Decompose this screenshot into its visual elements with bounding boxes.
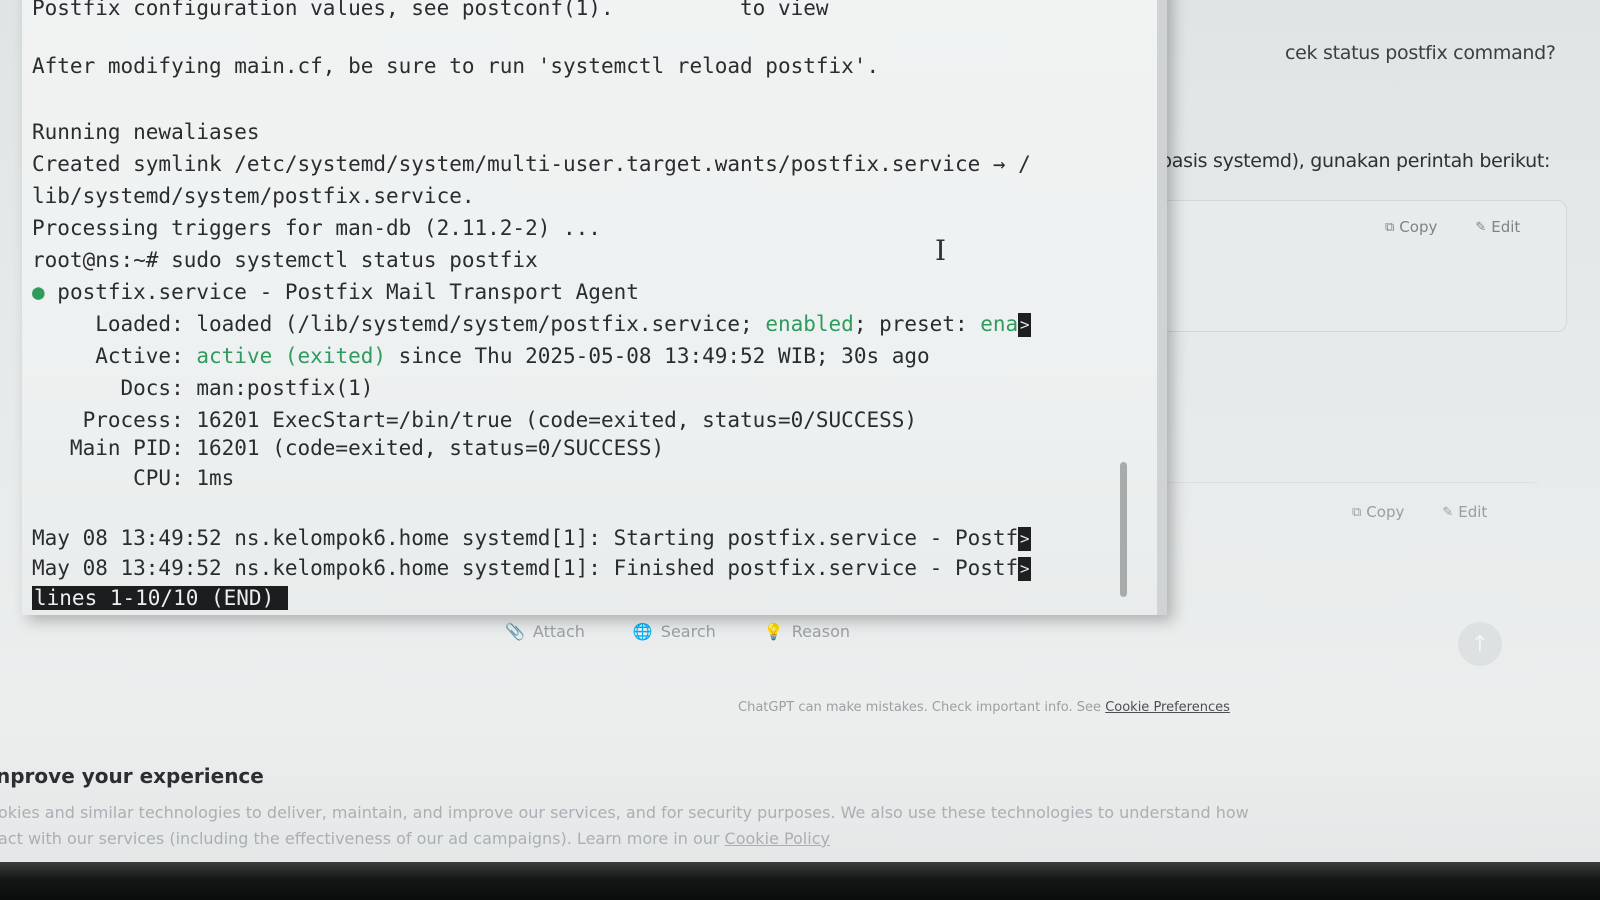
terminal-line: lib/systemd/system/postfix.service. <box>32 184 475 208</box>
disclaimer-text: ChatGPT can make mistakes. Check importa… <box>738 700 1102 715</box>
pager-status-line: lines 1-10/10 (END) <box>32 586 289 610</box>
terminal-text: Loaded: loaded (/lib/systemd/system/post… <box>32 312 766 336</box>
terminal-line: Main PID: 16201 (code=exited, status=0/S… <box>32 436 665 460</box>
reason-label: Reason <box>791 622 850 641</box>
code-block-2-actions: ⧉ Copy ✎ Edit <box>1352 503 1487 521</box>
enabled-status: enabled <box>765 312 854 336</box>
terminal-scrollbar[interactable] <box>1120 462 1127 597</box>
attach-button[interactable]: 📎 Attach <box>505 622 585 641</box>
truncation-marker: > <box>1018 557 1032 581</box>
copy-icon: ⧉ <box>1352 504 1362 520</box>
assistant-message-text: basis systemd), gunakan perintah berikut… <box>1160 150 1551 172</box>
truncation-marker: > <box>1018 313 1032 337</box>
reason-button[interactable]: 💡 Reason <box>764 622 850 641</box>
pager-status: lines 1-10/10 (END) <box>32 586 289 610</box>
copy-label-2: Copy <box>1366 503 1405 521</box>
send-button[interactable]: ↑ <box>1458 622 1502 666</box>
cookie-banner-line-1: okies and similar technologies to delive… <box>0 803 1249 822</box>
terminal-text: to view <box>740 0 829 20</box>
terminal-line: Running newaliases <box>32 120 260 144</box>
copy-label: Copy <box>1399 218 1438 236</box>
terminal-text: Postfix configuration values, see postco… <box>32 0 614 20</box>
edit-label-2: Edit <box>1458 503 1488 521</box>
cookie-policy-link[interactable]: Cookie Policy <box>725 829 830 848</box>
terminal-output: Postfix configuration values, see postco… <box>32 0 1032 610</box>
active-status: active (exited) <box>196 344 387 368</box>
edit-code-button-2[interactable]: ✎ Edit <box>1442 503 1487 521</box>
monitor-bezel <box>0 862 1600 900</box>
text-cursor-icon: I <box>935 234 947 267</box>
paperclip-icon: 📎 <box>505 622 525 641</box>
edit-code-button[interactable]: ✎ Edit <box>1475 218 1520 236</box>
copy-icon: ⧉ <box>1385 219 1395 235</box>
preset-status: ena <box>980 312 1019 336</box>
truncation-marker: > <box>1018 527 1032 551</box>
terminal-text: since Thu 2025-05-08 13:49:52 WIB; 30s a… <box>386 344 930 368</box>
edit-label: Edit <box>1491 218 1521 236</box>
arrow-up-icon: ↑ <box>1470 631 1490 657</box>
terminal-line: Processing triggers for man-db (2.11.2-2… <box>32 216 601 240</box>
edit-icon: ✎ <box>1475 219 1487 235</box>
terminal-prompt-line: root@ns:~# sudo systemctl status postfix <box>32 248 538 272</box>
status-dot-icon: ● <box>32 280 45 304</box>
terminal-line: Postfix configuration values, see postco… <box>32 0 829 20</box>
globe-icon: 🌐 <box>632 622 653 641</box>
terminal-window[interactable]: Postfix configuration values, see postco… <box>22 0 1167 615</box>
terminal-line: CPU: 1ms <box>32 466 235 490</box>
terminal-line: Docs: man:postfix(1) <box>32 376 374 400</box>
terminal-text: May 08 13:49:52 ns.kelompok6.home system… <box>32 556 1019 580</box>
terminal-line: After modifying main.cf, be sure to run … <box>32 54 880 78</box>
terminal-text: May 08 13:49:52 ns.kelompok6.home system… <box>32 526 1019 550</box>
user-message: cek status postfix command? <box>1285 42 1556 64</box>
cookie-preferences-link[interactable]: Cookie Preferences <box>1105 700 1230 715</box>
copy-code-button[interactable]: ⧉ Copy <box>1385 218 1437 236</box>
composer-toolbar: 📎 Attach 🌐 Search 💡 Reason <box>505 622 850 641</box>
edit-icon: ✎ <box>1442 504 1454 520</box>
disclaimer: ChatGPT can make mistakes. Check importa… <box>738 700 1230 715</box>
copy-code-button-2[interactable]: ⧉ Copy <box>1352 503 1404 521</box>
cookie-banner-line-2: act with our services (including the eff… <box>0 826 1249 852</box>
terminal-text: ; preset: <box>853 312 981 336</box>
terminal-line: Process: 16201 ExecStart=/bin/true (code… <box>32 408 918 432</box>
search-button[interactable]: 🌐 Search <box>633 622 716 641</box>
terminal-line: Loaded: loaded (/lib/systemd/system/post… <box>32 312 1032 337</box>
terminal-log-line: May 08 13:49:52 ns.kelompok6.home system… <box>32 526 1032 551</box>
terminal-text: postfix.service - Postfix Mail Transport… <box>44 280 639 304</box>
cookie-banner-line-2-text: act with our services (including the eff… <box>0 829 720 848</box>
cookie-banner-title: nprove your experience <box>0 764 264 788</box>
search-label: Search <box>660 622 716 641</box>
terminal-line: Created symlink /etc/systemd/system/mult… <box>32 152 1031 176</box>
terminal-line: Active: active (exited) since Thu 2025-0… <box>32 344 930 368</box>
lightbulb-icon: 💡 <box>763 622 784 641</box>
terminal-text: Active: <box>32 344 197 368</box>
code-block-2 <box>1130 482 1540 568</box>
code-block-actions: ⧉ Copy ✎ Edit <box>1385 218 1520 236</box>
terminal-line: ● postfix.service - Postfix Mail Transpo… <box>32 280 639 304</box>
cookie-banner-text: okies and similar technologies to delive… <box>0 800 1249 852</box>
attach-label: Attach <box>532 622 585 641</box>
terminal-log-line: May 08 13:49:52 ns.kelompok6.home system… <box>32 556 1032 581</box>
